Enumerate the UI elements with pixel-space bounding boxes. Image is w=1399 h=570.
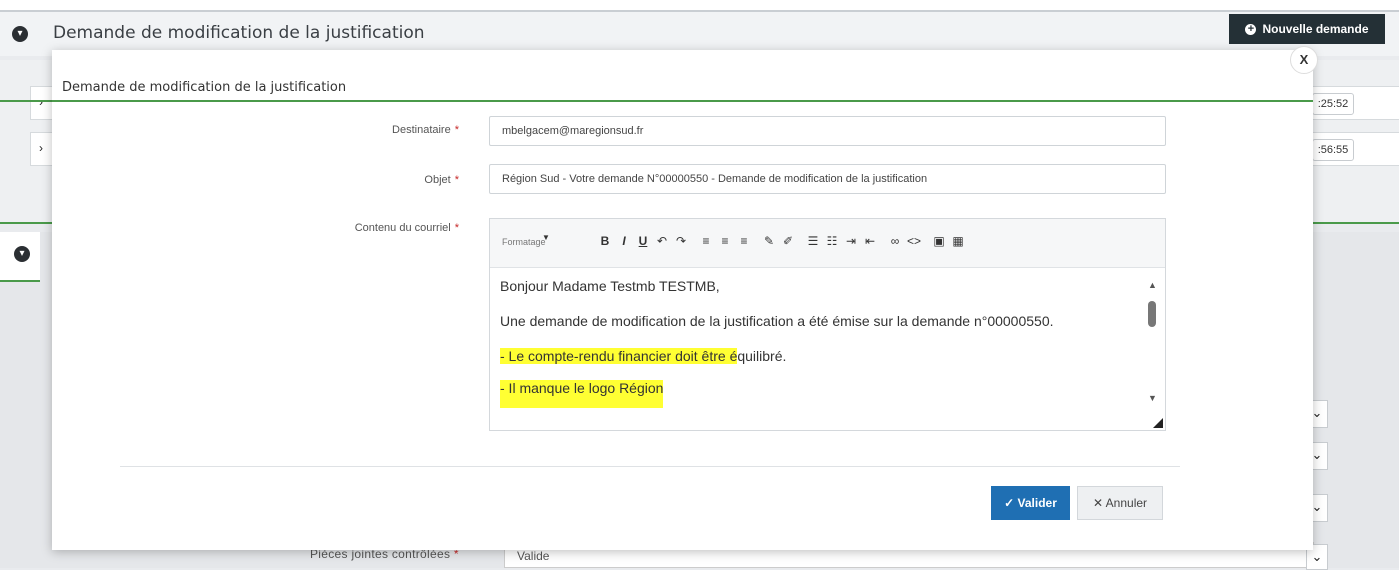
paragraph: Une demande de modification de la justif… xyxy=(500,313,1054,329)
modal-dialog: Demande de modification de la justificat… xyxy=(52,50,1313,550)
new-request-button[interactable]: + Nouvelle demande xyxy=(1229,14,1385,44)
indent-icon[interactable]: ⇥ xyxy=(844,232,858,250)
redo-icon[interactable]: ↷ xyxy=(674,232,688,250)
section-title: Demande de modification de la justificat… xyxy=(53,23,425,43)
scroll-up-icon[interactable]: ▲ xyxy=(1148,280,1157,290)
new-request-label: Nouvelle demande xyxy=(1262,22,1369,36)
eraser-icon[interactable]: ✐ xyxy=(781,232,795,250)
bold-icon[interactable]: B xyxy=(598,232,612,250)
accent-line xyxy=(0,100,52,102)
table-icon[interactable]: ▦ xyxy=(951,232,965,250)
italic-icon[interactable]: I xyxy=(617,232,631,250)
modal-title: Demande de modification de la justificat… xyxy=(62,80,347,95)
time-chip: :25:52 xyxy=(1312,93,1354,115)
time-chip: :56:55 xyxy=(1312,139,1354,161)
contenu-label: Contenu du courriel * xyxy=(355,222,459,234)
toolbar-buttons: B I U ↶ ↷ ≡ ≡ ≡ ✎ ✐ ☰ ☷ ⇥ ⇤ ∞ <> ▣ ▦ xyxy=(598,232,965,250)
label-text: Destinataire xyxy=(392,124,451,136)
section-toggle[interactable]: ▾ xyxy=(0,232,40,282)
chevron-right-icon[interactable]: › xyxy=(39,141,43,155)
chevron-down-icon[interactable]: ▾ xyxy=(12,26,28,42)
modal-title-underline xyxy=(52,100,1313,102)
objet-field[interactable]: Région Sud - Votre demande N°00000550 - … xyxy=(489,164,1166,194)
required-marker: * xyxy=(454,222,459,234)
annuler-button[interactable]: ✕ Annuler xyxy=(1077,486,1163,520)
objet-label: Objet * xyxy=(424,174,459,186)
code-icon[interactable]: <> xyxy=(907,232,921,250)
scroll-thumb[interactable] xyxy=(1148,301,1156,327)
paragraph: - Il manque le logo Région xyxy=(500,380,664,408)
align-right-icon[interactable]: ≡ xyxy=(737,232,751,250)
chevron-down-icon[interactable]: ▾ xyxy=(14,246,30,262)
destinataire-field[interactable]: mbelgacem@maregionsud.fr xyxy=(489,116,1166,146)
rich-text-editor[interactable]: Formatage ▼ B I U ↶ ↷ ≡ ≡ ≡ ✎ ✐ ☰ ☷ ⇥ ⇤ ∞ <> ▣ ▦ Bonjour … xyxy=(489,218,1166,431)
required-marker: * xyxy=(454,174,459,186)
destinataire-label: Destinataire * xyxy=(392,124,459,136)
highlighted-text: - Il manque le logo Région xyxy=(500,380,664,408)
format-dropdown[interactable]: Formatage xyxy=(502,237,546,247)
paragraph: - Le compte-rendu financier doit être éq… xyxy=(500,348,786,364)
link-icon[interactable]: ∞ xyxy=(888,232,902,250)
scroll-down-icon[interactable]: ▼ xyxy=(1148,393,1157,403)
chevron-right-icon[interactable]: › xyxy=(39,95,43,109)
page-top-bar xyxy=(0,0,1399,10)
highlighted-text: - Le compte-rendu financier doit être é xyxy=(500,348,738,364)
caret-down-icon[interactable]: ▼ xyxy=(542,233,550,242)
brush-icon[interactable]: ✎ xyxy=(762,232,776,250)
align-center-icon[interactable]: ≡ xyxy=(718,232,732,250)
align-left-icon[interactable]: ≡ xyxy=(699,232,713,250)
underline-icon[interactable]: U xyxy=(636,232,650,250)
undo-icon[interactable]: ↶ xyxy=(655,232,669,250)
valider-button[interactable]: ✓ Valider xyxy=(991,486,1070,520)
close-button[interactable]: X xyxy=(1290,46,1318,74)
image-icon[interactable]: ▣ xyxy=(932,232,946,250)
paragraph: Bonjour Madame Testmb TESTMB, xyxy=(500,278,720,294)
bullet-list-icon[interactable]: ☰ xyxy=(806,232,820,250)
outdent-icon[interactable]: ⇤ xyxy=(863,232,877,250)
numbered-list-icon[interactable]: ☷ xyxy=(825,232,839,250)
label-text: Contenu du courriel xyxy=(354,222,451,234)
editor-content[interactable]: Bonjour Madame Testmb TESTMB, Une demand… xyxy=(490,268,1147,418)
plus-icon: + xyxy=(1245,23,1257,35)
required-marker: * xyxy=(454,124,459,136)
paragraph-rest: quilibré. xyxy=(737,348,787,364)
footer-divider xyxy=(120,466,1180,467)
resize-handle-icon[interactable] xyxy=(1153,418,1163,428)
editor-scrollbar[interactable]: ▲ ▼ xyxy=(1145,268,1159,408)
editor-toolbar: Formatage ▼ B I U ↶ ↷ ≡ ≡ ≡ ✎ ✐ ☰ ☷ ⇥ ⇤ ∞ <> ▣ ▦ xyxy=(490,219,1165,268)
label-text: Objet xyxy=(424,174,451,186)
